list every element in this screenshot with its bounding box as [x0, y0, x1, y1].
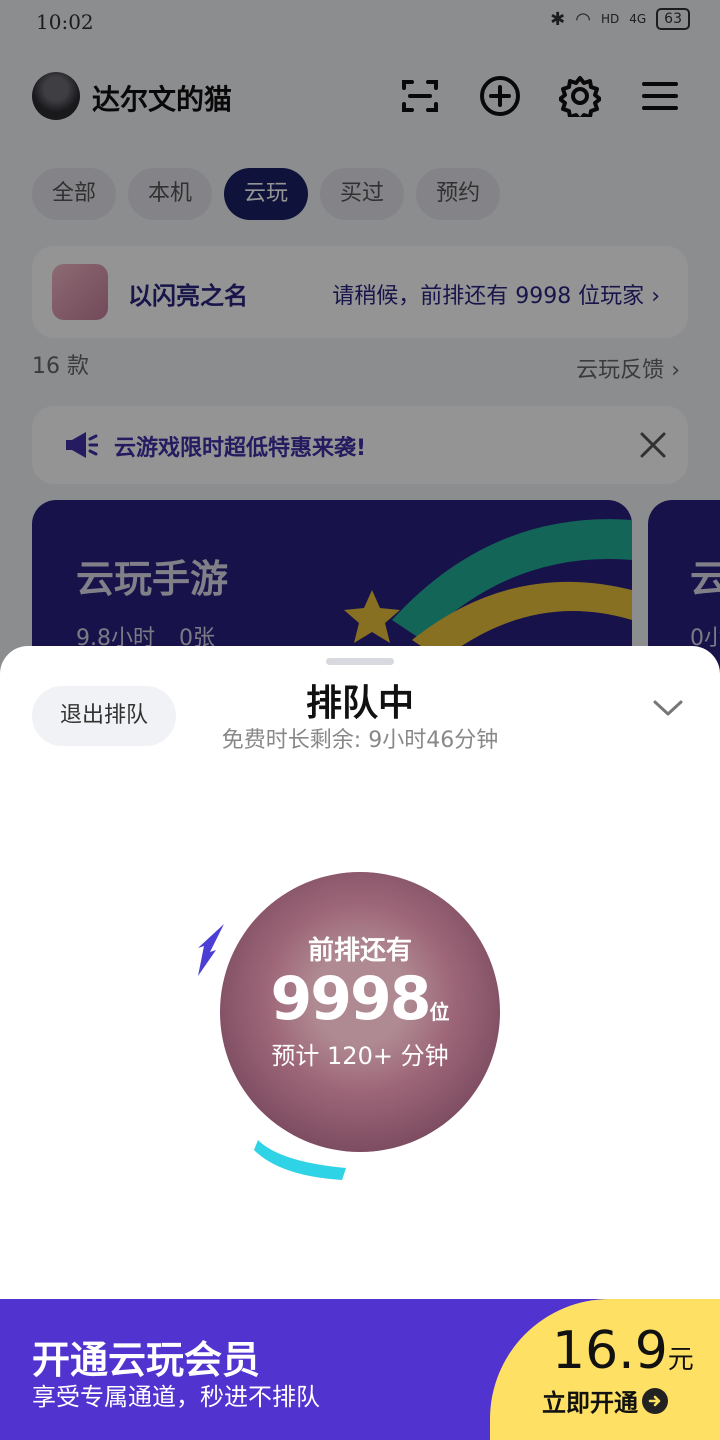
dim-overlay[interactable] — [0, 0, 720, 700]
vip-cta[interactable]: 16.9元 立即开通 — [490, 1299, 720, 1440]
free-time-remaining: 免费时长剩余: 9小时46分钟 — [221, 728, 499, 753]
chevron-down-icon[interactable] — [652, 698, 684, 718]
vip-upsell-bar[interactable]: 开通云玩会员 享受专属通道，秒进不排队 16.9元 立即开通 — [0, 1299, 720, 1440]
estimated-wait: 预计 120+ 分钟 — [271, 1042, 449, 1070]
price-currency: 元 — [667, 1345, 694, 1375]
sheet-title: 排队中 — [305, 683, 414, 724]
ahead-label: 前排还有 — [307, 936, 412, 966]
vip-subtitle: 享受专属通道，秒进不排队 — [32, 1383, 320, 1411]
ahead-count: 9998 — [270, 964, 432, 1034]
vip-price: 16.9元 — [552, 1321, 694, 1381]
drag-handle[interactable] — [326, 658, 394, 665]
arrow-right-icon — [642, 1387, 668, 1414]
game-cover-circle: 前排还有 9998位 预计 120+ 分钟 — [220, 872, 500, 1152]
vip-title: 开通云玩会员 — [32, 1338, 261, 1382]
open-now-label: 立即开通 — [542, 1389, 638, 1417]
open-now-button[interactable]: 立即开通 — [542, 1383, 668, 1418]
ahead-unit: 位 — [429, 1000, 450, 1024]
price-value: 16.9 — [552, 1321, 668, 1381]
ahead-count-line: 9998位 — [220, 964, 500, 1034]
